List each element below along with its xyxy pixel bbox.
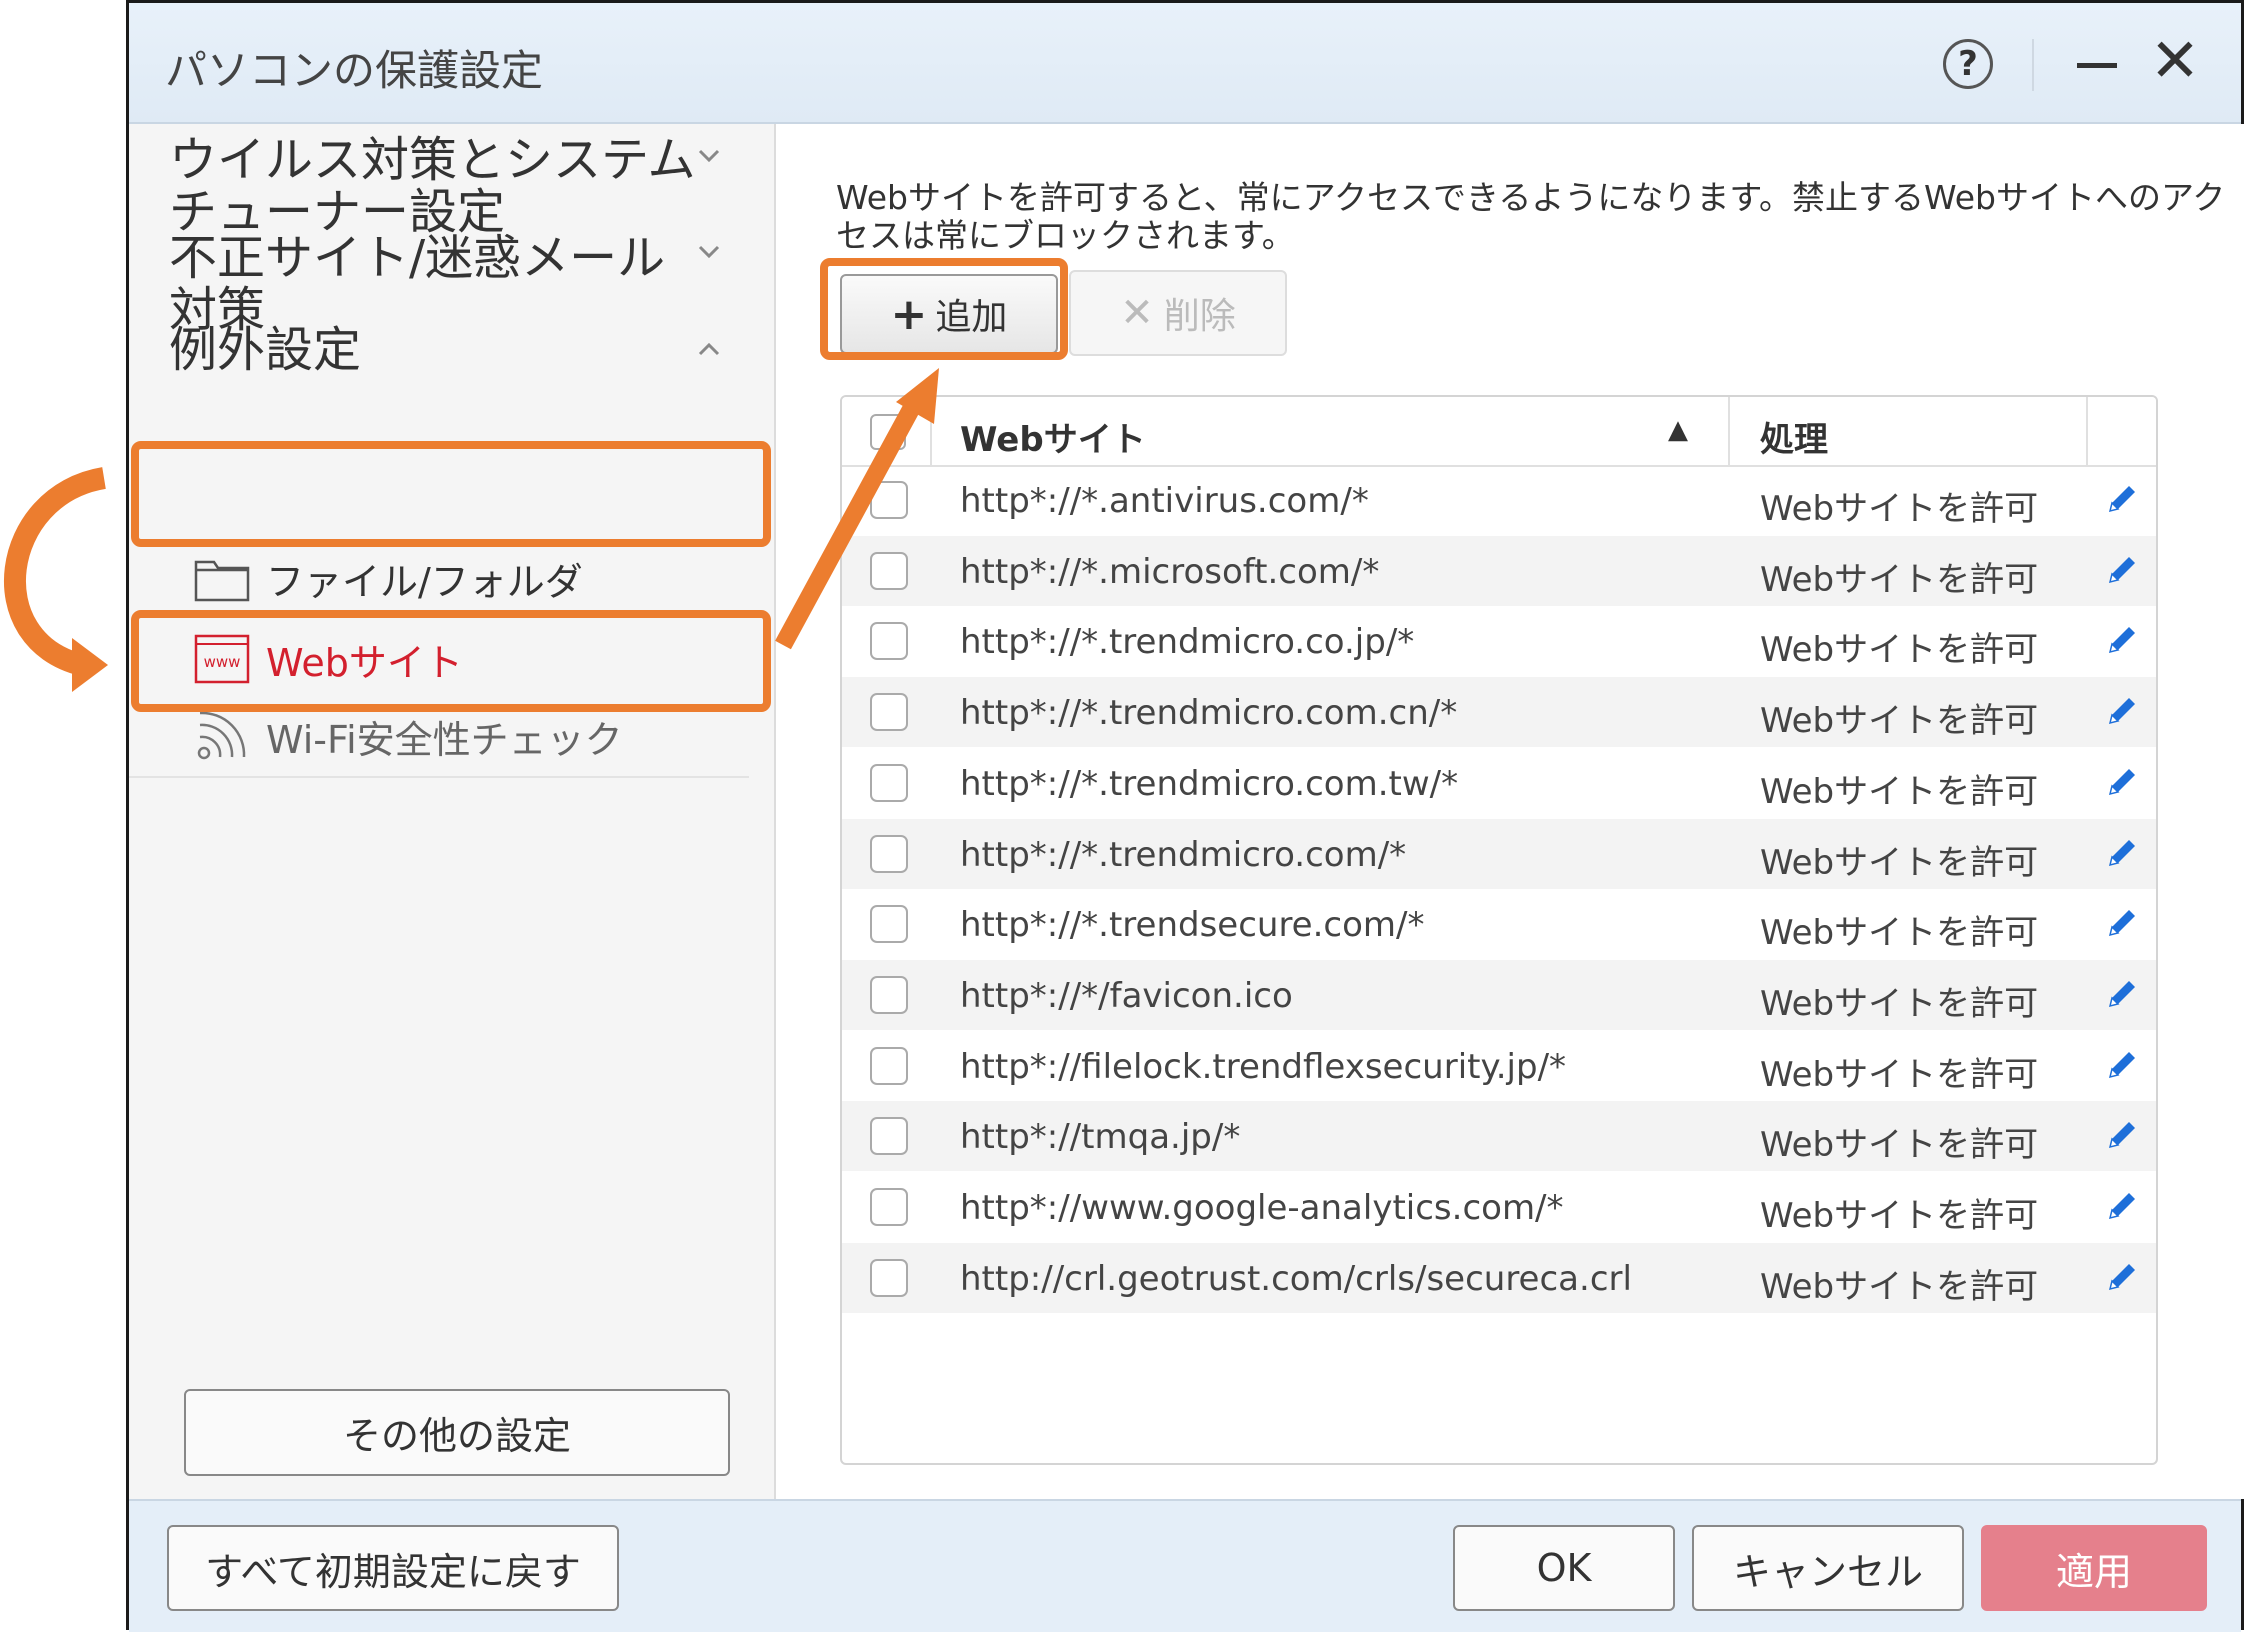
curved-arrow-head bbox=[72, 638, 108, 692]
diagonal-arrow-shaft bbox=[775, 395, 924, 650]
curved-arrow-shaft bbox=[4, 467, 107, 676]
annotation-arrows bbox=[4, 368, 939, 692]
